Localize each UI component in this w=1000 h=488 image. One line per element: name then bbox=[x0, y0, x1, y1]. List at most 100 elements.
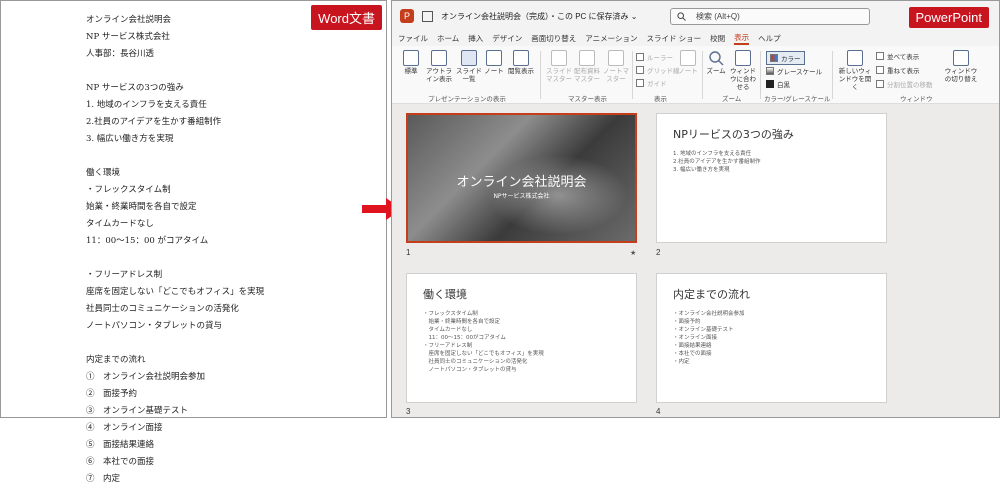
move-split-button[interactable]: 分割位置の移動 bbox=[876, 79, 933, 89]
document-line: ・フレックスタイム制 bbox=[86, 185, 171, 195]
document-line: 働く環境 bbox=[86, 168, 121, 178]
word-badge: Word文書 bbox=[311, 5, 382, 30]
ribbon-tab[interactable]: 挿入 bbox=[468, 33, 483, 44]
switch-windows-button[interactable]: ウィンドウの切り替え bbox=[944, 50, 978, 84]
ribbon-tab[interactable]: デザイン bbox=[492, 33, 522, 44]
slide-body-line: ・本社での面接 bbox=[673, 351, 712, 357]
black-white-button[interactable]: 白黒 bbox=[766, 79, 790, 89]
handout-master-button[interactable]: 配布資料マスター bbox=[572, 50, 602, 84]
slide-body-line: ・面接予約 bbox=[673, 319, 701, 325]
slide-body-line: ・オンライン基礎テスト bbox=[673, 327, 734, 333]
document-line: ④ オンライン面接 bbox=[86, 423, 163, 433]
document-line: ノートパソコン・タブレットの貸与 bbox=[86, 321, 223, 331]
notes-pane-button[interactable]: ノート bbox=[676, 50, 700, 76]
slide-body-line: 11：00～15：00がコアタイム bbox=[423, 335, 506, 341]
slide-1-title: オンライン会社説明会 bbox=[456, 175, 587, 190]
guides-checkbox[interactable]: ガイド bbox=[636, 78, 667, 88]
search-box[interactable]: 検索 (Alt+Q) bbox=[670, 8, 870, 25]
document-title[interactable]: オンライン会社説明会（完成）・この PC に保存済み ⌄ bbox=[441, 11, 637, 22]
document-line: ・フリーアドレス制 bbox=[86, 270, 163, 280]
slide-body-line: ・フレックスタイム制 bbox=[423, 311, 478, 317]
view-normal-button[interactable]: 標準 bbox=[396, 50, 426, 76]
document-line: 内定までの流れ bbox=[86, 355, 146, 365]
slide-sorter-icon bbox=[461, 50, 477, 66]
slide-thumbnail-3[interactable]: 働く環境 ・フレックスタイム制 始業・終業時間を各自で設定 タイムカードなし 1… bbox=[406, 273, 637, 403]
slide-3-title: 働く環境 bbox=[423, 288, 467, 301]
slide-thumbnail-1[interactable]: オンライン会社説明会 NPサービス株式会社 bbox=[406, 113, 637, 243]
document-line: ③ オンライン基礎テスト bbox=[86, 406, 189, 416]
slide-body-line: 1. 地域のインフラを支える責任 bbox=[673, 151, 752, 157]
document-line: ① オンライン会社説明会参加 bbox=[86, 372, 206, 382]
slide-body-line: 3. 幅広い働き方を実現 bbox=[673, 167, 730, 173]
group-separator bbox=[832, 51, 833, 99]
slide-1-subtitle: NPサービス株式会社 bbox=[493, 193, 550, 200]
group-label-master-views: マスター表示 bbox=[568, 96, 607, 103]
slide-body-line: 2.社員のアイデアを生かす番組制作 bbox=[673, 159, 761, 165]
slide-2-title: NPリービスの3つの強み bbox=[673, 128, 794, 141]
document-line: ⑦ 内定 bbox=[86, 474, 121, 484]
outline-view-icon bbox=[431, 50, 447, 66]
search-icon bbox=[677, 12, 686, 21]
slide-sorter-area: オンライン会社説明会 NPサービス株式会社 1 ★ NPリービスの3つの強み 1… bbox=[392, 105, 999, 417]
document-line: 人事部：長谷川透 bbox=[86, 49, 155, 59]
notes-page-icon bbox=[486, 50, 502, 66]
transition-star-icon: ★ bbox=[630, 249, 637, 257]
slide-thumbnail-2[interactable]: NPリービスの3つの強み 1. 地域のインフラを支える責任 2.社員のアイデアを生… bbox=[656, 113, 887, 243]
new-window-icon bbox=[847, 50, 863, 66]
normal-view-icon bbox=[403, 50, 419, 66]
document-line: タイムカードなし bbox=[86, 219, 154, 229]
group-separator bbox=[760, 51, 761, 99]
gridlines-checkbox[interactable]: グリッド線 bbox=[636, 65, 680, 75]
notes-master-icon bbox=[608, 50, 624, 66]
slide-body-line: 始業・終業時間を各自で設定 bbox=[423, 319, 501, 325]
group-separator bbox=[540, 51, 541, 99]
ribbon-tab[interactable]: ホーム bbox=[437, 33, 459, 44]
slide-3-body: ・フレックスタイム制 始業・終業時間を各自で設定 タイムカードなし 11：00～… bbox=[423, 310, 544, 374]
view-reading-button[interactable]: 閲覧表示 bbox=[506, 50, 536, 76]
powerpoint-window: PowerPoint P オンライン会社説明会（完成）・この PC に保存済み … bbox=[391, 0, 1000, 418]
ribbon-tabs: ファイル ホーム 挿入 デザイン 画面切り替え アニメーション スライド ショー 校閲 表示 ヘル… bbox=[392, 31, 999, 46]
group-label-presentation-views: プレゼンテーションの表示 bbox=[428, 96, 506, 103]
ribbon-tab[interactable]: アニメーション bbox=[585, 33, 637, 44]
group-separator bbox=[632, 51, 633, 99]
color-button[interactable]: カラー bbox=[766, 51, 805, 65]
group-label-color: カラー/グレースケール bbox=[764, 96, 831, 103]
document-line: NP サービスの3つの強み bbox=[86, 83, 184, 93]
document-line: ⑥ 本社での面接 bbox=[86, 457, 155, 467]
arrange-all-button[interactable]: 並べて表示 bbox=[876, 51, 919, 61]
view-sorter-button[interactable]: スライド一覧 bbox=[454, 50, 484, 84]
slide-body-line: ・フリーアドレス制 bbox=[423, 343, 473, 349]
fit-to-window-button[interactable]: ウィンドウに合わせる bbox=[728, 50, 758, 92]
slide-master-button[interactable]: スライドマスター bbox=[544, 50, 574, 84]
slide-thumbnail-4[interactable]: 内定までの流れ ・オンライン会社説明会参加 ・面接予約 ・オンライン基礎テスト ・オン… bbox=[656, 273, 887, 403]
slide-number: 2 bbox=[656, 248, 661, 257]
zoom-icon bbox=[709, 51, 724, 66]
document-line: 座席を固定しない「どこでもオフィス」を実現 bbox=[86, 287, 265, 297]
view-outline-button[interactable]: アウトライン表示 bbox=[424, 50, 454, 84]
cascade-button[interactable]: 重ねて表示 bbox=[876, 65, 920, 75]
save-icon[interactable] bbox=[422, 10, 433, 22]
ribbon-tab[interactable]: 校閲 bbox=[710, 33, 725, 44]
ruler-checkbox[interactable]: ルーラー bbox=[636, 52, 673, 62]
document-line: 11：00～15：00 がコアタイム bbox=[86, 236, 209, 246]
document-line: NP サービス株式会社 bbox=[86, 32, 170, 42]
notes-master-button[interactable]: ノートマスター bbox=[601, 50, 631, 84]
new-window-button[interactable]: 新しいウィンドウを開く bbox=[838, 50, 872, 92]
group-label-zoom: ズーム bbox=[722, 96, 742, 103]
ribbon-tab[interactable]: スライド ショー bbox=[646, 33, 701, 44]
zoom-button[interactable]: ズーム bbox=[704, 50, 728, 76]
slide-body-line: 社員同士のコミュニケーションの活発化 bbox=[423, 359, 528, 365]
ribbon-tab[interactable]: 画面切り替え bbox=[531, 33, 576, 44]
ribbon-tab[interactable]: 表示 bbox=[734, 32, 750, 45]
view-notes-button[interactable]: ノート bbox=[482, 50, 506, 76]
ribbon-tab[interactable]: ファイル bbox=[398, 33, 428, 44]
slide-4-body: ・オンライン会社説明会参加 ・面接予約 ・オンライン基礎テスト ・オンライン面接 ・面接… bbox=[673, 310, 745, 366]
word-document-text: オンライン会社説明会 NP サービス株式会社 人事部：長谷川透 NP サービスの3つの… bbox=[86, 12, 264, 488]
ribbon-tab[interactable]: ヘルプ bbox=[758, 33, 781, 44]
slide-number: 4 bbox=[656, 407, 661, 416]
document-line: 1. 地域のインフラを支える責任 bbox=[86, 100, 207, 110]
document-line: ② 面接予約 bbox=[86, 389, 138, 399]
grayscale-button[interactable]: グレースケール bbox=[766, 66, 822, 76]
